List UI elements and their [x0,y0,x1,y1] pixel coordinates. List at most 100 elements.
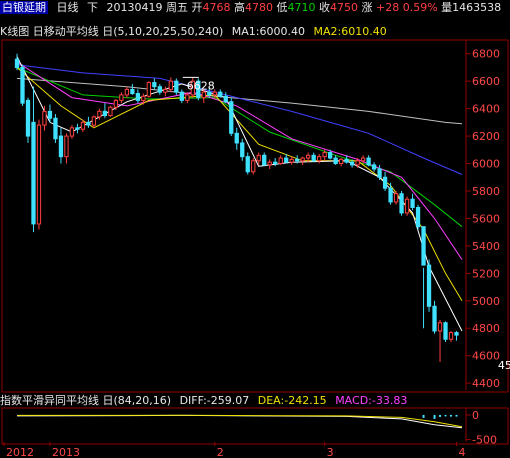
dea-line [16,414,463,428]
candle-body [58,135,64,158]
candle-body [179,91,184,101]
candle-body [262,154,267,166]
candle-body [146,82,152,97]
candle-body [382,176,388,189]
candle-body [415,206,421,228]
candle-body [64,135,69,158]
candle-body [421,226,426,266]
candle-body [218,91,223,97]
candle-body [371,164,377,170]
candle-body [328,152,333,159]
ma240-line [16,77,463,125]
ma20-line [16,61,463,260]
y-tick-label: 5200 [472,267,500,280]
candle-body [289,158,294,163]
candle-body [360,157,366,162]
candle-body [157,86,162,93]
candle-body [366,157,371,166]
y-tick-label: 4600 [472,350,500,363]
ma50-line [16,64,463,175]
y-tick-label: 4400 [472,377,500,390]
candle-body [355,160,360,166]
candle-body [448,332,454,340]
candle-body [207,91,212,96]
candle-body [410,198,415,208]
candle-body [20,66,25,104]
candle-body [102,110,108,116]
y-tick-label: 6000 [472,158,500,171]
candle-body [223,95,228,103]
candle-body [91,116,97,126]
candle-body [47,110,53,119]
candle-body [86,121,91,126]
candle-body [454,332,459,336]
candle-body [163,88,168,93]
candle-body [404,198,410,214]
candle-body [349,161,355,166]
macd-panel-border [1,407,509,445]
candle-body [333,157,338,165]
candle-body [53,117,58,140]
y-tick-label: 6600 [472,75,500,88]
candles [14,53,459,362]
candle-body [295,158,300,162]
candle-body [432,305,437,332]
y-tick-label: 6400 [472,103,500,116]
candle-body [245,156,250,173]
candle-body [36,124,42,225]
candle-body [113,99,119,108]
x-tick-label: 4 [459,446,466,458]
candle-body [124,88,130,96]
candle-body [344,158,349,163]
x-tick-label: 2012 [6,446,34,458]
candle-body [201,91,206,99]
candle-body [437,322,443,332]
price-gridlines [466,53,471,441]
price-axis: 4400 4600 4800 5000 5200 5400 5600 5800 6000 6200… [472,48,500,447]
y-tick-label: 5800 [472,185,500,198]
candle-body [97,110,102,118]
candle-body [311,154,316,162]
candle-body [317,156,322,162]
x-tick-label: 2 [217,446,224,458]
macd-panel [16,414,463,429]
candle-body [306,154,311,159]
candle-body [135,93,141,101]
y-tick-label: 6200 [472,130,500,143]
candle-body [130,88,135,95]
candle-body [240,142,245,158]
candle-body [338,158,344,165]
candle-body [185,94,190,101]
candle-body [322,152,327,158]
x-tick-label: 3 [327,446,334,458]
candle-body [31,121,36,225]
y-tick-label: 5400 [472,240,500,253]
candle-body [69,127,75,137]
candle-body [75,127,80,130]
candle-body [141,95,146,101]
y-tick-label: 5600 [472,212,500,225]
candle-body [174,80,179,93]
candlestick-chart[interactable]: 4400 4600 4800 5000 5200 5400 5600 5800 6000 6200… [0,0,510,458]
candle-body [152,82,157,88]
macd-tick-label: 0 [472,409,479,422]
candle-body [119,94,124,101]
candle-body [80,121,86,130]
candle-body [388,187,393,203]
candle-body [377,168,382,178]
candle-body [267,161,272,166]
candle-body [393,193,399,203]
annotation-label: 6628 [187,79,215,92]
candle-body [234,132,239,144]
candle-body [273,161,278,165]
y-tick-label: 4800 [472,322,500,335]
candle-body [168,80,173,90]
x-tick-label: 2013 [52,446,80,458]
candle-body [443,322,448,340]
candle-body [278,157,283,165]
candle-body [399,193,404,214]
candle-body [25,99,31,137]
macd-tick-label: -500 [472,434,497,447]
candle-body [426,264,432,307]
candle-body [300,157,305,162]
